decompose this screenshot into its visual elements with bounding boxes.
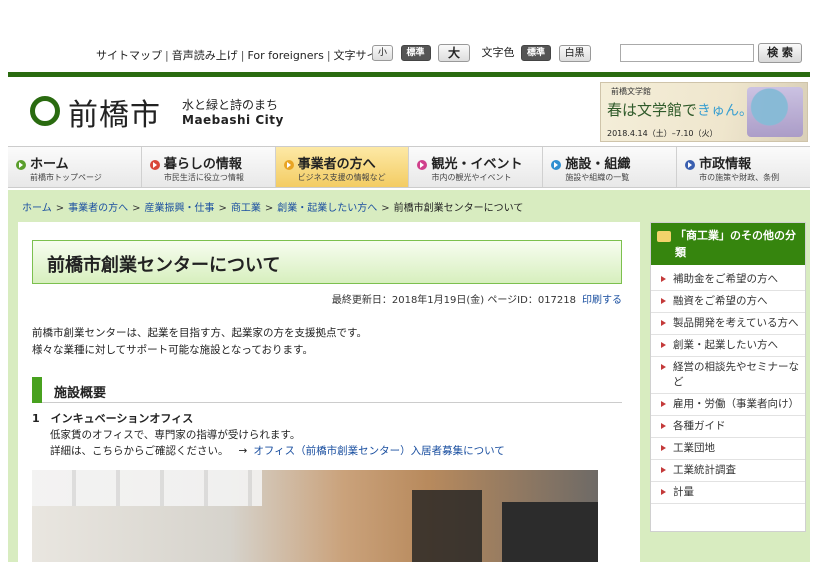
intro-line: 様々な業種に対してサポート可能な施設となっております。 (32, 344, 313, 356)
nav-business[interactable]: 事業者の方へ ビジネス支援の情報など (275, 147, 410, 187)
logo-ring-icon (30, 96, 60, 126)
voice-reader-link[interactable]: 音声読み上げ (172, 49, 238, 62)
nav-subtitle: 市民生活に役立つ情報 (163, 173, 244, 182)
nav-subtitle: 市の施策や財政、条例 (699, 173, 780, 182)
breadcrumb-link[interactable]: 創業・起業したい方へ (277, 203, 377, 214)
section-heading: 施設概要 (32, 377, 622, 403)
nav-subtitle: ビジネス支援の情報など (297, 173, 386, 182)
sidebar-item-product-dev[interactable]: 製品開発を考えている方へ (651, 313, 805, 335)
sidebar-heading: 「商工業」のその他の分類 (651, 223, 805, 265)
sidebar-item-consulting[interactable]: 経営の相談先やセミナーなど (651, 357, 805, 394)
nav-title: 市政情報 (699, 157, 752, 172)
nav-title: 施設・組織 (565, 157, 631, 172)
text-color-label: 文字色 (481, 46, 515, 59)
arrow-right-icon: → (238, 445, 248, 457)
literature-museum-banner[interactable]: 前橋文学館 春は文学館できゅん。 2018.4.14（土）–7.10（火） (600, 82, 808, 142)
font-size-small-button[interactable]: 小 (372, 45, 394, 61)
main-content: 前橋市創業センターについて 最終更新日：2018年1月19日(金) ページID：… (18, 222, 640, 562)
item-detail-text: 詳細は、こちらからご確認ください。 (50, 445, 229, 457)
nav-living[interactable]: 暮らしの情報 市民生活に役立つ情報 (141, 147, 276, 187)
arrow-circle-icon (149, 160, 160, 170)
sidebar-item-industrial-stats[interactable]: 工業統計調査 (651, 460, 805, 482)
page-title: 前橋市創業センターについて (47, 255, 281, 276)
arrow-circle-icon (16, 160, 26, 170)
intro-line: 前橋市創業センターは、起業を目指す方、起業家の方を支援拠点です。 (32, 327, 367, 339)
search-button[interactable]: 検 索 (758, 43, 802, 63)
banner-headline: 春は文学館できゅん。 (607, 101, 754, 119)
nav-subtitle: 市内の観光やイベント (431, 173, 512, 182)
item-description: 低家賃のオフィスで、専門家の指導が受けられます。 (50, 429, 301, 441)
last-updated-text: 最終更新日：2018年1月19日(金) ページID：017218 (331, 295, 576, 306)
folder-icon (657, 231, 671, 242)
nav-tourism[interactable]: 観光・イベント 市内の観光やイベント (409, 147, 544, 187)
nav-subtitle: 前橋市トップページ (30, 173, 102, 182)
banner-illustration (747, 87, 803, 137)
banner-dates: 2018.4.14（土）–7.10（火） (607, 129, 718, 138)
office-recruitment-link[interactable]: オフィス（前橋市創業センター）入居者募集について (253, 445, 504, 457)
breadcrumb-current: 前橋市創業センターについて (393, 203, 524, 214)
search-input[interactable] (620, 44, 754, 62)
nav-city-admin[interactable]: 市政情報 市の施策や財政、条例 (677, 147, 810, 187)
utility-links: サイトマップ | 音声読み上げ | For foreigners | 文字サイズ (96, 49, 389, 62)
breadcrumb-link[interactable]: 事業者の方へ (68, 203, 128, 214)
breadcrumb-link[interactable]: ホーム (22, 203, 52, 214)
foreigners-link[interactable]: For foreigners (247, 49, 323, 62)
logo-tagline: 水と緑と詩のまち (182, 98, 279, 112)
arrow-circle-icon (685, 160, 696, 170)
breadcrumb: ホーム > 事業者の方へ > 産業振興・仕事 > 商工業 > 創業・起業したい方へ > 前橋市創業セ… (22, 203, 524, 214)
intro-text: 前橋市創業センターは、起業を目指す方、起業家の方を支援拠点です。 様々な業種に対… (32, 325, 367, 359)
logo-city-name: 前橋市 (68, 98, 161, 133)
header-divider (8, 72, 810, 77)
page-title-box: 前橋市創業センターについて (32, 240, 622, 284)
print-link[interactable]: 印刷する (582, 295, 622, 306)
arrow-circle-icon (417, 160, 428, 170)
item-heading: 1 インキュベーションオフィス (32, 412, 194, 425)
nav-title: 暮らしの情報 (163, 157, 242, 172)
item-detail: 詳細は、こちらからご確認ください。 → オフィス（前橋市創業センター）入居者募集につ… (50, 443, 505, 458)
font-size-controls: 小 標準 大 文字色 標準 白黒 (372, 44, 591, 62)
sidebar-heading-text: 「商工業」のその他の分類 (675, 229, 796, 259)
global-nav: ホーム 前橋市トップページ 暮らしの情報 市民生活に役立つ情報 事業者の方へ ビ… (8, 146, 810, 188)
section-title: 施設概要 (54, 386, 107, 401)
breadcrumb-link[interactable]: 産業振興・仕事 (144, 203, 214, 214)
sidebar-item-subsidy[interactable]: 補助金をご希望の方へ (651, 269, 805, 291)
nav-home[interactable]: ホーム 前橋市トップページ (8, 147, 142, 187)
color-monochrome-button[interactable]: 白黒 (558, 44, 591, 62)
sidebar-item-employment[interactable]: 雇用・労働（事業者向け） (651, 394, 805, 416)
sidebar-item-industrial-park[interactable]: 工業団地 (651, 438, 805, 460)
sidebar-list: 補助金をご希望の方へ 融資をご希望の方へ 製品開発を考えている方へ 創業・起業し… (651, 269, 805, 504)
arrow-circle-icon (283, 160, 294, 170)
breadcrumb-link[interactable]: 商工業 (231, 203, 261, 214)
sidebar-item-loans[interactable]: 融資をご希望の方へ (651, 291, 805, 313)
banner-brand: 前橋文学館 (611, 87, 651, 96)
office-photo (32, 470, 598, 562)
section-marker (32, 377, 42, 403)
font-size-standard-button[interactable]: 標準 (400, 45, 431, 61)
arrow-circle-icon (551, 160, 562, 170)
logo-english-name: Maebashi City (182, 113, 284, 127)
nav-title: 観光・イベント (431, 157, 523, 172)
color-standard-button[interactable]: 標準 (521, 45, 552, 61)
nav-facilities[interactable]: 施設・組織 施設や組織の一覧 (543, 147, 678, 187)
font-size-large-button[interactable]: 大 (438, 44, 471, 62)
nav-title: 事業者の方へ (297, 157, 376, 172)
sidebar-item-startup[interactable]: 創業・起業したい方へ (651, 335, 805, 357)
last-updated: 最終更新日：2018年1月19日(金) ページID：017218 印刷する (332, 291, 622, 306)
nav-subtitle: 施設や組織の一覧 (565, 173, 630, 182)
sitemap-link[interactable]: サイトマップ (96, 49, 162, 62)
sidebar-categories: 「商工業」のその他の分類 補助金をご希望の方へ 融資をご希望の方へ 製品開発を考… (650, 222, 806, 532)
sidebar-item-measurement[interactable]: 計量 (651, 482, 805, 504)
nav-title: ホーム (30, 157, 69, 172)
sidebar-item-guides[interactable]: 各種ガイド (651, 416, 805, 438)
